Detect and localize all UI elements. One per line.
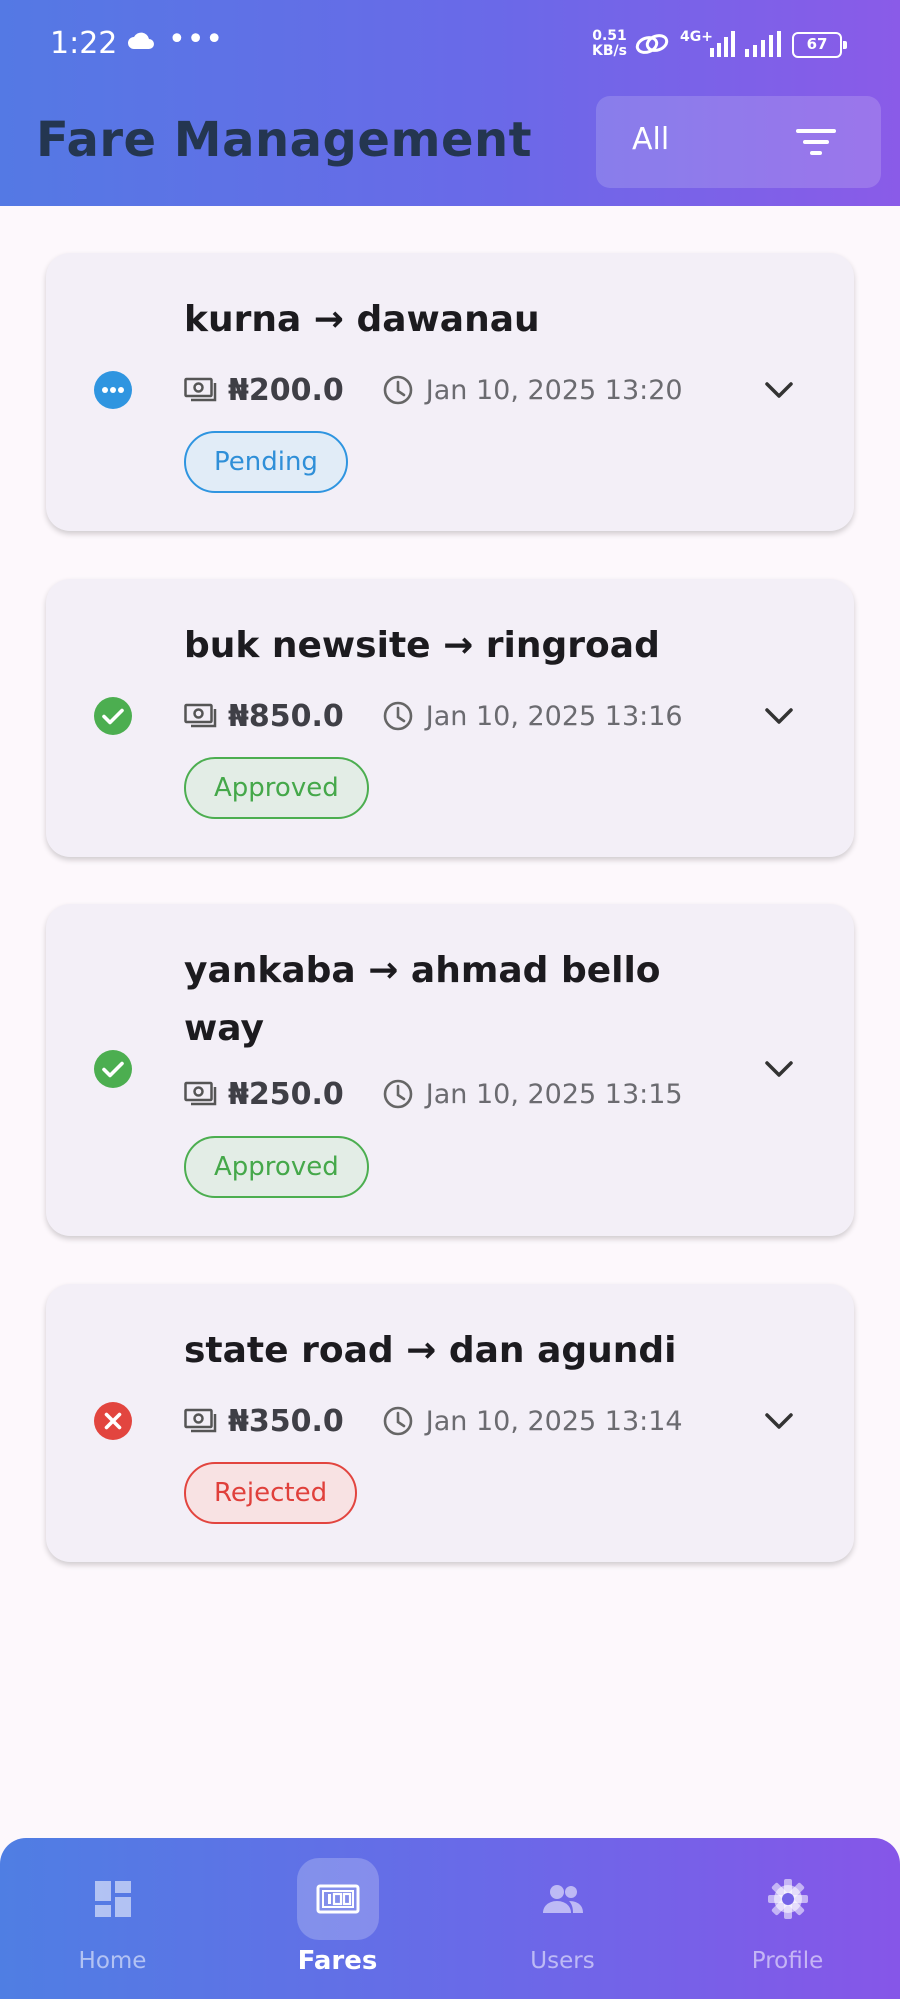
pending-icon [94,371,132,409]
fare-card[interactable]: yankaba → ahmad bello way ₦250.0 Jan 10,… [46,904,854,1236]
page-title: Fare Management [36,112,533,168]
money-icon [184,377,217,402]
status-bar: 1:22 ••• 0.51 KB/s 4G+ 67 [0,0,900,90]
fare-card[interactable]: state road → dan agundi ₦350.0 Jan 10, 2… [46,1284,854,1562]
fare-amount: ₦250.0 [228,1076,344,1112]
fare-route: yankaba → ahmad bello way [184,950,661,1049]
clock-icon [383,375,413,405]
fare-meta: ₦350.0 Jan 10, 2025 13:14 [184,1401,683,1441]
link-icon [635,34,669,54]
dashboard-icon [95,1881,131,1917]
fare-route: state road → dan agundi [184,1330,677,1371]
fare-datetime: Jan 10, 2025 13:20 [425,374,683,406]
network-speed: 0.51 KB/s [592,29,627,59]
filter-value: All [632,122,670,157]
nav-icon-container [72,1858,154,1940]
money-icon [316,1884,360,1914]
fare-datetime: Jan 10, 2025 13:16 [425,700,683,732]
fare-amount: ₦350.0 [228,1403,344,1439]
status-badge: Approved [184,757,369,819]
app-header: 1:22 ••• 0.51 KB/s 4G+ 67 Fare Managemen… [0,0,900,206]
nav-label: Users [530,1948,595,1974]
nav-label: Fares [297,1946,378,1976]
error-circle-icon [94,1402,132,1440]
signal-icon [710,31,735,57]
nav-icon-container [297,1858,379,1940]
nav-item-fares[interactable]: Fares [225,1838,450,1999]
nav-item-users[interactable]: Users [450,1838,675,1999]
fare-card[interactable]: kurna → dawanau ₦200.0 Jan 10, 2025 13:2… [46,253,854,531]
nav-item-profile[interactable]: Profile [675,1838,900,1999]
money-icon [184,1408,217,1433]
fare-meta: ₦200.0 Jan 10, 2025 13:20 [184,370,683,410]
check-circle-icon [94,697,132,735]
clock-icon [383,1406,413,1436]
clock-icon [383,1079,413,1109]
fare-amount: ₦200.0 [228,372,344,408]
signal-icon-secondary [745,31,781,57]
chevron-down-icon[interactable] [762,705,796,727]
money-icon [184,1081,217,1106]
speed-unit: KB/s [592,43,627,59]
nav-icon-container [522,1858,604,1940]
fare-route: buk newsite → ringroad [184,625,660,666]
fare-amount: ₦850.0 [228,698,344,734]
fare-meta: ₦850.0 Jan 10, 2025 13:16 [184,696,683,736]
fare-card[interactable]: buk newsite → ringroad ₦850.0 Jan 10, 20… [46,579,854,857]
gear-icon [768,1879,808,1919]
status-badge: Pending [184,431,348,493]
filter-icon [796,129,836,155]
fare-datetime: Jan 10, 2025 13:15 [425,1078,683,1110]
status-time: 1:22 [50,26,118,61]
speed-value: 0.51 [592,28,627,44]
bottom-navigation: Home Fares Users Profile [0,1838,900,1999]
status-badge: Rejected [184,1462,358,1524]
people-icon [543,1885,583,1913]
chevron-down-icon[interactable] [762,1410,796,1432]
clock-icon [383,701,413,731]
fare-meta: ₦250.0 Jan 10, 2025 13:15 [184,1074,683,1114]
more-notifications-icon: ••• [168,22,225,57]
money-icon [184,703,217,728]
nav-label: Home [78,1948,147,1974]
chevron-down-icon[interactable] [762,379,796,401]
nav-icon-container [747,1858,829,1940]
check-circle-icon [94,1050,132,1088]
nav-item-home[interactable]: Home [0,1838,225,1999]
battery-indicator: 67 [792,32,847,58]
chevron-down-icon[interactable] [762,1058,796,1080]
cloud-icon [128,32,154,49]
fare-datetime: Jan 10, 2025 13:14 [425,1405,683,1437]
status-badge: Approved [184,1136,369,1198]
status-filter-dropdown[interactable]: All [596,96,881,188]
nav-label: Profile [751,1948,824,1974]
fare-route: kurna → dawanau [184,299,540,340]
